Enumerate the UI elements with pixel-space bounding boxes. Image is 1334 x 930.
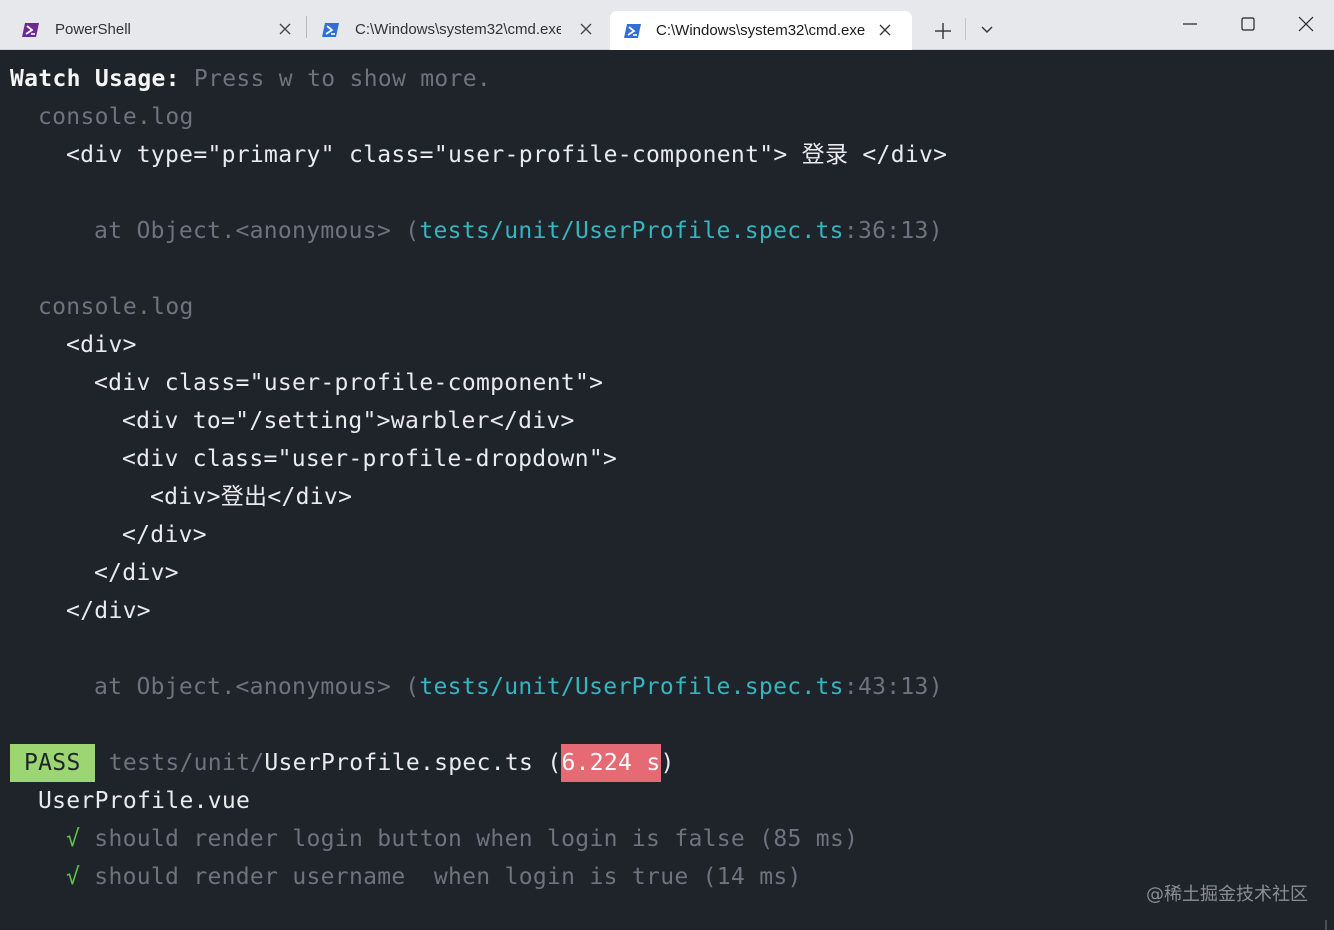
tab-cmd-active[interactable]: C:\Windows\system32\cmd.exe <box>610 11 912 50</box>
console-log-label: console.log <box>38 294 194 320</box>
new-tab-plus-icon[interactable] <box>932 20 954 42</box>
minimize-icon[interactable] <box>1180 14 1200 34</box>
tab-bar: PowerShell C:\Windows\system32\cmd.exe C… <box>0 0 1334 50</box>
tab-divider <box>965 18 966 40</box>
watch-usage-line: Watch Usage: Press w to show more. <box>10 60 491 98</box>
suite-name: UserProfile.vue <box>38 788 251 814</box>
html-line: </div> <box>66 598 151 624</box>
html-line: <div class="user-profile-dropdown"> <box>122 446 618 472</box>
stack-location: :36:13) <box>843 218 943 244</box>
terminal-output[interactable]: Watch Usage: Press w to show more. conso… <box>0 50 1334 930</box>
tab-title: C:\Windows\system32\cmd.exe <box>656 22 866 39</box>
html-line: <div> <box>66 332 137 358</box>
check-icon: √ <box>66 864 81 890</box>
tab-title: PowerShell <box>55 21 131 38</box>
chevron-down-icon[interactable] <box>979 24 995 36</box>
result-path-dir: tests/unit/ <box>108 750 265 776</box>
stack-location: :43:13) <box>843 674 943 700</box>
test-case: √ should render username when login is t… <box>66 858 802 896</box>
powershell-icon <box>322 23 339 37</box>
powershell-icon <box>624 24 641 38</box>
check-icon: √ <box>66 826 81 852</box>
stack-at: at Object.<anonymous> ( <box>94 218 420 244</box>
maximize-icon[interactable] <box>1238 14 1258 34</box>
console-log-content: <div type="primary" class="user-profile-… <box>66 142 948 168</box>
result-path-file: UserProfile.spec.ts <box>264 750 534 776</box>
test-case-text: should render login button when login is… <box>80 826 859 852</box>
result-close-paren: ) <box>660 750 675 776</box>
test-case-text: should render username when login is tru… <box>80 864 802 890</box>
close-window-icon[interactable] <box>1296 14 1316 34</box>
tab-title: C:\Windows\system32\cmd.exe <box>355 21 561 38</box>
html-line: <div class="user-profile-component"> <box>94 370 604 396</box>
test-case: √ should render login button when login … <box>66 820 858 858</box>
result-open-paren: ( <box>533 750 562 776</box>
scrollbar-thumb[interactable] <box>1325 920 1327 930</box>
html-line: <div>登出</div> <box>150 484 353 510</box>
close-icon[interactable] <box>278 22 292 36</box>
tab-powershell[interactable]: PowerShell <box>0 0 306 49</box>
close-icon[interactable] <box>878 23 892 37</box>
pass-badge: PASS <box>10 744 95 782</box>
stack-trace-line: at Object.<anonymous> (tests/unit/UserPr… <box>94 212 943 250</box>
tab-cmd-1[interactable]: C:\Windows\system32\cmd.exe <box>306 0 609 49</box>
html-line: <div to="/setting">warbler</div> <box>122 408 575 434</box>
stack-file: tests/unit/UserProfile.spec.ts <box>419 674 844 700</box>
watch-label: Watch Usage: <box>10 66 180 92</box>
powershell-icon <box>22 23 39 37</box>
test-result-line: PASS tests/unit/UserProfile.spec.ts (6.2… <box>10 744 675 782</box>
stack-at: at Object.<anonymous> ( <box>94 674 420 700</box>
stack-file: tests/unit/UserProfile.spec.ts <box>419 218 844 244</box>
watch-hint: Press w to show more. <box>179 66 492 92</box>
html-line: </div> <box>122 522 207 548</box>
html-line: </div> <box>94 560 179 586</box>
duration-badge: 6.224 s <box>561 744 661 782</box>
close-icon[interactable] <box>579 22 593 36</box>
watermark: @稀土掘金技术社区 <box>1146 884 1308 905</box>
stack-trace-line: at Object.<anonymous> (tests/unit/UserPr… <box>94 668 943 706</box>
console-log-label: console.log <box>38 104 194 130</box>
